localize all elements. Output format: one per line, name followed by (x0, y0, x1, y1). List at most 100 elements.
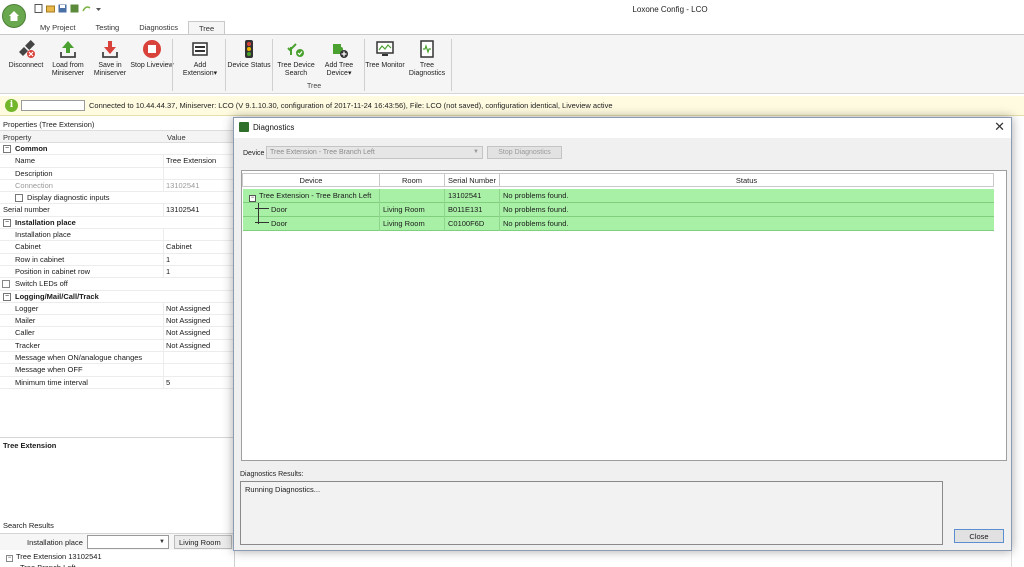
property-row-message-when-on[interactable]: Message when ON/analogue changes (0, 352, 234, 365)
device-status-label: Device Status (227, 62, 271, 69)
divider (163, 179, 164, 192)
add-tree-device-icon (333, 44, 348, 58)
table-row[interactable]: − Tree Extension - Tree Branch Left 13102… (243, 189, 994, 203)
add-tree-device-button[interactable]: Add Tree Device▾ (316, 39, 362, 78)
property-value[interactable]: 5 (166, 378, 170, 387)
collapse-icon[interactable]: − (3, 218, 11, 227)
property-row-display-diagnostic-inputs[interactable]: Display diagnostic inputs (0, 192, 234, 205)
property-row-switch-leds-off[interactable]: Switch LEDs off (0, 278, 234, 291)
property-value[interactable]: 1 (166, 267, 170, 276)
monitor-icon (376, 41, 394, 56)
tree-diagnostics-button[interactable]: Tree Diagnostics (404, 39, 450, 78)
property-row-installation-place[interactable]: Installation place (0, 229, 234, 242)
stop-liveview-button[interactable]: Stop Liveview (129, 39, 175, 70)
property-value[interactable]: Not Assigned (166, 304, 210, 313)
property-row-logger[interactable]: Logger Not Assigned (0, 302, 234, 316)
property-name: Installation place (15, 230, 71, 240)
home-icon[interactable] (2, 4, 26, 28)
load-from-miniserver-button[interactable]: Load from Miniserver (45, 39, 91, 78)
property-value[interactable]: Not Assigned (166, 316, 210, 325)
property-name: Message when ON/analogue changes (15, 353, 143, 363)
property-name: Row in cabinet (15, 254, 65, 264)
divider (163, 265, 164, 278)
device-select-value: Tree Extension - Tree Branch Left (270, 149, 375, 156)
tree-diagnostics-label: Tree Diagnostics (408, 62, 446, 77)
serial-cell: B011E131 (444, 203, 500, 217)
property-value: 13102541 (166, 205, 200, 215)
collapse-icon[interactable]: − (3, 292, 11, 301)
column-header-device[interactable]: Device (242, 173, 380, 187)
property-row-position-in-cabinet-row[interactable]: Position in cabinet row 1 (0, 265, 234, 279)
save-in-miniserver-button[interactable]: Save in Miniserver (87, 39, 133, 78)
property-row-row-in-cabinet[interactable]: Row in cabinet 1 (0, 253, 234, 266)
property-row-description[interactable]: Description (0, 167, 234, 180)
property-category-common[interactable]: − Common (0, 143, 234, 156)
tab-diagnostics[interactable]: Diagnostics (129, 21, 188, 34)
property-name: Position in cabinet row (15, 266, 91, 276)
column-header-serial[interactable]: Serial Number (444, 173, 500, 187)
property-value[interactable]: Not Assigned (166, 328, 210, 337)
diagnostics-results-label: Diagnostics Results: (240, 471, 304, 478)
divider (163, 315, 164, 327)
checkbox[interactable] (15, 194, 23, 203)
tree-monitor-button[interactable]: Tree Monitor (362, 39, 408, 70)
room-filter-button[interactable]: Living Room (174, 535, 232, 549)
property-value[interactable]: Not Assigned (166, 341, 210, 350)
property-value[interactable]: 1 (166, 255, 170, 264)
property-value[interactable]: Cabinet (166, 242, 192, 251)
tab-my-project[interactable]: My Project (30, 21, 85, 34)
property-row-tracker[interactable]: Tracker Not Assigned (0, 339, 234, 353)
checkbox[interactable] (2, 280, 10, 289)
property-name: Minimum time interval (15, 377, 88, 387)
status-input[interactable] (21, 100, 85, 111)
close-button[interactable]: Close (954, 529, 1004, 543)
tree-connector (258, 203, 259, 217)
divider (163, 327, 164, 339)
table-row[interactable]: Door Living Room B011E131 No problems fo… (243, 203, 994, 217)
installation-place-select[interactable]: ▼ (87, 535, 169, 549)
search-result-item[interactable]: − Tree Extension 13102541 (6, 552, 102, 562)
close-icon[interactable]: ✕ (994, 120, 1005, 134)
diagnostics-dialog: Diagnostics ✕ Device Tree Extension - Tr… (233, 117, 1012, 551)
diagnostics-results-box[interactable]: Running Diagnostics... (240, 481, 943, 545)
disconnect-button[interactable]: Disconnect (3, 39, 49, 70)
value-column-header: Value (167, 133, 186, 142)
property-category-installation-place[interactable]: − Installation place (0, 217, 234, 230)
column-header-status[interactable]: Status (499, 173, 994, 187)
property-name: Tracker (15, 340, 41, 350)
device-cell: Door (247, 217, 380, 231)
property-category-logging[interactable]: − Logging/Mail/Call/Track (0, 291, 234, 303)
collapse-icon[interactable]: − (6, 555, 13, 562)
property-row-name[interactable]: Name Tree Extension (0, 155, 234, 168)
tree-device-search-button[interactable]: Tree Device Search (273, 39, 319, 78)
property-row-minimum-time-interval[interactable]: Minimum time interval 5 (0, 376, 234, 389)
collapse-icon[interactable]: − (249, 195, 256, 202)
property-value[interactable]: Tree Extension (166, 156, 216, 165)
tree-connector (258, 217, 259, 224)
room-cell (379, 189, 445, 203)
divider (163, 376, 164, 388)
property-row-mailer[interactable]: Mailer Not Assigned (0, 315, 234, 328)
search-result-child[interactable]: Tree Branch Left (20, 563, 76, 567)
table-row[interactable]: Door Living Room C0100F6D No problems fo… (243, 217, 994, 231)
property-row-caller[interactable]: Caller Not Assigned (0, 327, 234, 340)
collapse-icon[interactable]: − (3, 145, 11, 153)
chevron-down-icon: ▼ (473, 149, 479, 155)
column-header-room[interactable]: Room (379, 173, 445, 187)
status-cell: No problems found. (499, 217, 993, 231)
property-row-connection: Connection 13102541 (0, 179, 234, 193)
add-extension-button[interactable]: Add Extension▾ (177, 39, 223, 78)
load-from-miniserver-label: Load from Miniserver (51, 62, 85, 77)
device-status-button[interactable]: Device Status (226, 39, 272, 70)
properties-title: Properties (Tree Extension) (3, 120, 95, 129)
tab-testing[interactable]: Testing (85, 21, 129, 34)
status-bar: i Connected to 10.44.44.37, Miniserver: … (0, 96, 1024, 116)
background-workspace (1011, 117, 1024, 567)
stop-diagnostics-button[interactable]: Stop Diagnostics (487, 146, 562, 159)
search-result-label: Tree Extension 13102541 (16, 552, 102, 561)
property-row-cabinet[interactable]: Cabinet Cabinet (0, 241, 234, 254)
device-select[interactable]: Tree Extension - Tree Branch Left ▼ (266, 146, 483, 159)
tab-tree[interactable]: Tree (187, 21, 226, 34)
property-name: Name (15, 156, 36, 166)
property-row-message-when-off[interactable]: Message when OFF (0, 364, 234, 377)
